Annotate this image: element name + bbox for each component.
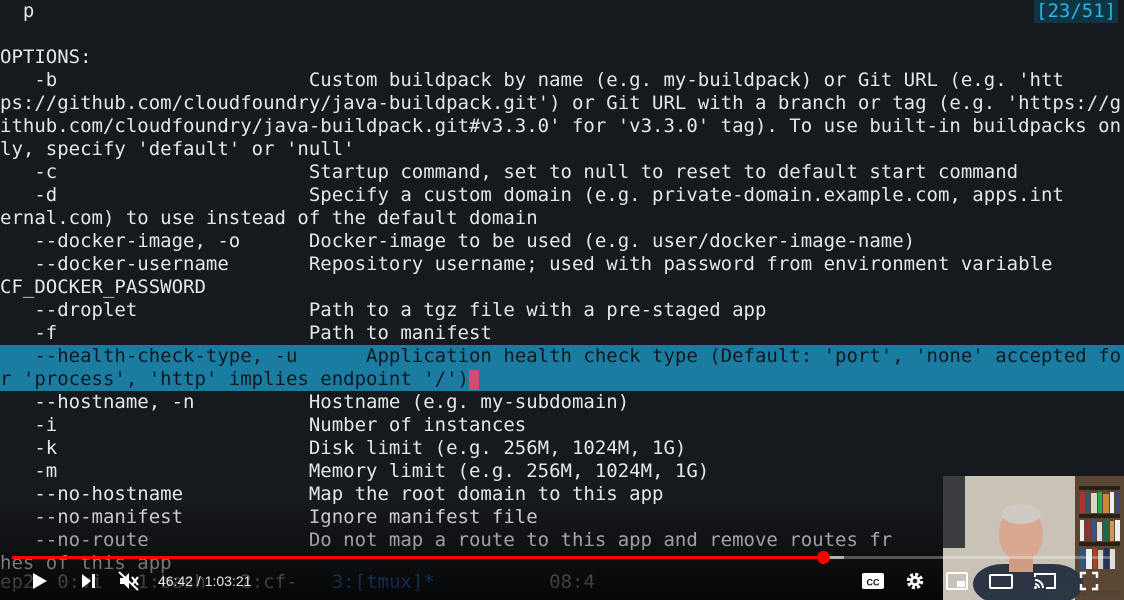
- terminal-line: ithub.com/cloudfoundry/java-buildpack.gi…: [0, 115, 1122, 137]
- terminal-line: --docker-username Repository username; u…: [0, 253, 1053, 275]
- terminal-line-selected: r 'process', 'http' implies endpoint '/'…: [0, 368, 1124, 391]
- next-button[interactable]: [72, 566, 104, 596]
- terminal-line-text: r 'process', 'http' implies endpoint '/'…: [0, 368, 469, 390]
- captions-button[interactable]: CC: [856, 566, 890, 596]
- miniplayer-button[interactable]: [940, 566, 974, 596]
- terminal-line: ps://github.com/cloudfoundry/java-buildp…: [0, 92, 1122, 114]
- fullscreen-button[interactable]: [1072, 566, 1106, 596]
- pager-position: [23/51]: [1034, 0, 1119, 23]
- next-icon: [82, 574, 95, 588]
- terminal-line: -d Specify a custom domain (e.g. private…: [0, 184, 1064, 206]
- svg-text:CC: CC: [867, 578, 880, 588]
- tmux-window-active: 3:[tmux]*: [331, 571, 435, 593]
- captions-icon: CC: [862, 573, 884, 589]
- mute-button[interactable]: [112, 566, 146, 596]
- play-button[interactable]: [22, 566, 56, 596]
- play-icon: [33, 573, 47, 589]
- terminal-line: --docker-image, -o Docker-image to be us…: [0, 230, 916, 252]
- progress-played: [12, 556, 823, 559]
- terminal-line: --droplet Path to a tgz file with a pre-…: [0, 299, 767, 321]
- terminal-line-selected: --health-check-type, -u Application heal…: [0, 345, 1124, 368]
- fullscreen-icon: [1079, 571, 1099, 591]
- terminal-line: -c Startup command, set to null to reset…: [0, 161, 1019, 183]
- tmux-clock: 08:4: [549, 571, 595, 593]
- progress-bar[interactable]: [12, 551, 1112, 564]
- miniplayer-icon: [946, 572, 968, 590]
- mute-icon: [118, 571, 139, 591]
- terminal-line: ernal.com) to use instead of the default…: [0, 207, 538, 229]
- cast-button[interactable]: [1028, 566, 1062, 596]
- gear-icon: [906, 572, 924, 590]
- theater-icon: [989, 574, 1013, 589]
- terminal-line: -i Number of instances: [0, 414, 527, 436]
- text-cursor: [469, 369, 479, 390]
- settings-button[interactable]: [898, 566, 932, 596]
- terminal-line: -f Path to manifest: [0, 322, 492, 344]
- terminal-line: -b Custom buildpack by name (e.g. my-bui…: [0, 69, 1064, 91]
- terminal-line: OPTIONS:: [0, 46, 92, 68]
- terminal-line: -k Disk limit (e.g. 256M, 1024M, 1G): [0, 437, 687, 459]
- theater-button[interactable]: [984, 566, 1018, 596]
- time-display: 46:42 / 1:03:21: [158, 573, 252, 589]
- scrubber-handle[interactable]: [816, 551, 830, 564]
- cast-icon: [1034, 573, 1056, 589]
- terminal-line: CF_DOCKER_PASSWORD: [0, 276, 206, 298]
- terminal-line: ly, specify 'default' or 'null': [0, 138, 355, 160]
- terminal-line: p: [0, 0, 35, 22]
- terminal-line: --hostname, -n Hostname (e.g. my-subdoma…: [0, 391, 630, 413]
